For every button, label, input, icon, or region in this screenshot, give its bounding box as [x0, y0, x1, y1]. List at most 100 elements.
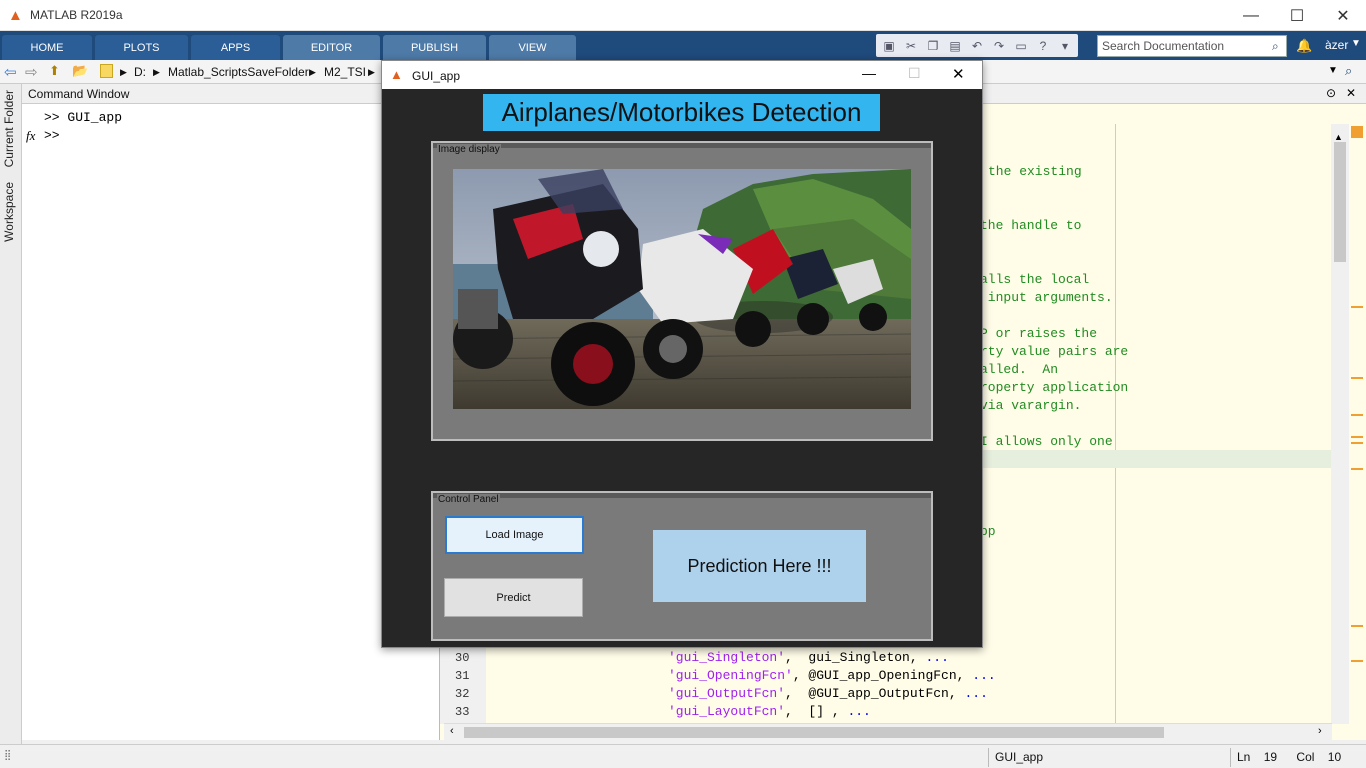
code-text: , @GUI_app_OutputFcn, [785, 686, 965, 701]
tab-plots[interactable]: PLOTS [95, 35, 188, 60]
breadcrumb-subfolder[interactable]: M2_TSI [324, 65, 366, 79]
gui-maximize-button[interactable]: ☐ [908, 65, 921, 82]
code-line: 'gui_LayoutFcn', [] , ... [668, 704, 871, 719]
code-continuation: ... [847, 704, 871, 719]
maximize-button[interactable]: ☐ [1274, 0, 1320, 31]
code-line: 'gui_Singleton', gui_Singleton, ... [668, 650, 949, 665]
editor-options-icon[interactable]: ⊙ [1326, 86, 1336, 100]
code-string: 'gui_OutputFcn' [668, 686, 786, 701]
scrollbar-thumb[interactable] [464, 727, 1164, 738]
code-comment: the handle to [980, 218, 1082, 233]
forward-arrow-icon[interactable]: ⇨ [25, 63, 38, 81]
back-arrow-icon[interactable]: ⇦ [4, 63, 17, 81]
predict-button[interactable]: Predict [444, 578, 583, 617]
status-file-name: GUI_app [988, 748, 1230, 767]
scroll-right-icon[interactable]: › [1318, 725, 1322, 737]
search-folder-icon[interactable]: ⌕ [1345, 63, 1352, 79]
command-prompt[interactable]: >> [44, 128, 60, 143]
warning-marker[interactable] [1351, 468, 1363, 470]
code-line: 'gui_OutputFcn', @GUI_app_OutputFcn, ... [668, 686, 988, 701]
tab-view[interactable]: VIEW [489, 35, 576, 60]
col-value: 10 [1327, 750, 1342, 764]
gui-close-button[interactable]: ✕ [952, 65, 965, 83]
undo-icon[interactable]: ↶ [968, 37, 986, 55]
gui-heading: Airplanes/Motorbikes Detection [483, 94, 880, 131]
code-comment: input arguments. [980, 290, 1113, 305]
gui-title-bar: ▲ GUI_app — ☐ ✕ [382, 61, 982, 89]
up-folder-icon[interactable]: ⬆ [49, 63, 60, 79]
command-window-header: Command Window [22, 84, 440, 104]
scroll-left-icon[interactable]: ‹ [450, 725, 454, 737]
warning-marker[interactable] [1351, 442, 1363, 444]
code-comment: the existing [988, 164, 1082, 179]
status-bar: ⣿ GUI_app Ln 19 Col 10 [0, 744, 1366, 768]
folder-icon [100, 64, 113, 78]
motorbikes-photo [453, 169, 911, 409]
control-panel-title: Control Panel [437, 494, 500, 505]
matlab-logo-icon: ▲ [8, 7, 23, 24]
code-string: 'gui_LayoutFcn' [668, 704, 786, 719]
address-dropdown-icon[interactable]: ▼ [1328, 65, 1338, 76]
tab-current-folder[interactable]: Current Folder [2, 90, 16, 167]
code-text: , [] , [785, 704, 848, 719]
editor-close-icon[interactable]: ✕ [1346, 86, 1356, 100]
editor-vertical-scrollbar[interactable]: ▲ [1331, 124, 1349, 724]
chevron-right-icon: ▶ [120, 67, 127, 77]
switch-windows-icon[interactable]: ▭ [1012, 37, 1030, 55]
warning-marker[interactable] [1351, 436, 1363, 438]
analyzer-status-icon[interactable] [1351, 126, 1363, 138]
gui-app-window[interactable]: ▲ GUI_app — ☐ ✕ Airplanes/Motorbikes Det… [381, 60, 983, 648]
chevron-right-icon: ▶ [153, 67, 160, 77]
tab-home[interactable]: HOME [2, 35, 92, 60]
control-panel: Control Panel Load Image Predict Predict… [431, 491, 933, 641]
warning-marker[interactable] [1351, 377, 1363, 379]
command-window[interactable]: Command Window >> GUI_app fx >> [22, 84, 440, 740]
line-number: 33 [455, 705, 470, 719]
help-icon[interactable]: ? [1034, 37, 1052, 55]
redo-icon[interactable]: ↷ [990, 37, 1008, 55]
warning-marker[interactable] [1351, 414, 1363, 416]
code-comment: P or raises the [980, 326, 1098, 341]
tab-publish[interactable]: PUBLISH [383, 35, 486, 60]
fx-icon[interactable]: fx [26, 128, 35, 144]
tab-editor[interactable]: EDITOR [283, 35, 380, 60]
scroll-up-icon[interactable]: ▲ [1334, 132, 1343, 142]
warning-marker[interactable] [1351, 660, 1363, 662]
minimize-button[interactable]: — [1228, 0, 1274, 31]
editor-horizontal-scrollbar[interactable]: ‹ › [444, 723, 1332, 740]
breadcrumb-drive[interactable]: D: [134, 65, 146, 79]
code-comment: alls the local [980, 272, 1090, 287]
tab-apps[interactable]: APPS [191, 35, 280, 60]
close-button[interactable]: ✕ [1320, 0, 1366, 31]
warning-marker[interactable] [1351, 306, 1363, 308]
ln-value: 19 [1263, 750, 1278, 764]
tab-workspace[interactable]: Workspace [2, 182, 16, 242]
user-account-menu[interactable]: àzer [1325, 38, 1348, 52]
ln-label: Ln [1237, 750, 1251, 764]
breadcrumb-folder[interactable]: Matlab_ScriptsSaveFolder [168, 65, 309, 79]
notification-bell-icon[interactable]: 🔔 [1296, 38, 1312, 54]
command-line: >> GUI_app [44, 110, 123, 125]
code-continuation: ... [925, 650, 949, 665]
gui-minimize-button[interactable]: — [862, 65, 876, 81]
line-number: 30 [455, 651, 470, 665]
paste-icon[interactable]: ▤ [946, 37, 964, 55]
browse-folder-icon[interactable]: 📂 [72, 63, 88, 79]
code-string: 'gui_OpeningFcn' [668, 668, 793, 683]
search-documentation-input[interactable]: Search Documentation [1097, 35, 1287, 57]
code-comment: I allows only one [980, 434, 1113, 449]
resize-grip-icon: ⣿ [4, 750, 12, 761]
options-dropdown-icon[interactable]: ▾ [1056, 37, 1074, 55]
scrollbar-thumb[interactable] [1334, 142, 1346, 262]
col-label: Col [1296, 750, 1315, 764]
cut-icon[interactable]: ✂ [902, 37, 920, 55]
search-icon[interactable]: ⌕ [1272, 39, 1279, 54]
save-icon[interactable]: ▣ [880, 37, 898, 55]
chevron-down-icon[interactable]: ▼ [1351, 38, 1361, 49]
warning-marker[interactable] [1351, 625, 1363, 627]
line-number: 31 [455, 669, 470, 683]
code-continuation: ... [964, 686, 988, 701]
load-image-button[interactable]: Load Image [445, 516, 584, 554]
code-comment: rty value pairs are [980, 344, 1129, 359]
copy-icon[interactable]: ❐ [924, 37, 942, 55]
